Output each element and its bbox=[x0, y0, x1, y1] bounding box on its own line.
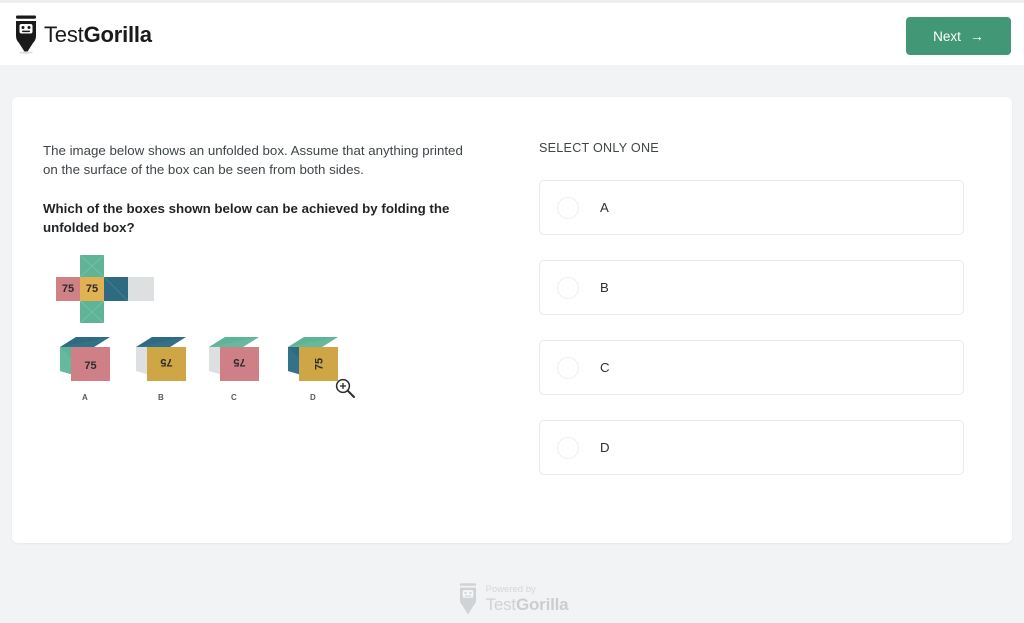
page-footer: Powered by TestGorilla bbox=[0, 575, 1024, 623]
net-cell-front-face: 75 bbox=[80, 277, 104, 301]
net-cell-bottom-face bbox=[80, 301, 104, 323]
cube-label-c: C bbox=[230, 393, 238, 402]
answer-option-b-label: B bbox=[600, 280, 609, 295]
net-front-face-value: 75 bbox=[85, 283, 99, 295]
net-fold-diagonal-icon bbox=[80, 255, 104, 277]
cube-option-b: 75 B bbox=[132, 335, 190, 402]
net-fold-diagonal-icon bbox=[104, 277, 128, 301]
answers-panel: SELECT ONLY ONE A B C D bbox=[539, 141, 976, 500]
radio-icon[interactable] bbox=[557, 196, 579, 219]
answer-option-d-label: D bbox=[600, 440, 610, 455]
arrow-right-icon: → bbox=[969, 28, 984, 44]
net-left-face-value: 75 bbox=[61, 283, 75, 295]
cube-c-graphic: 75 bbox=[209, 337, 259, 381]
cube-option-c: 75 C bbox=[205, 335, 263, 402]
unfolded-box-figure: 75 75 bbox=[56, 255, 168, 323]
answer-option-a[interactable]: A bbox=[539, 180, 964, 235]
svg-text:75: 75 bbox=[233, 356, 245, 368]
answer-option-c[interactable]: C bbox=[539, 340, 964, 395]
radio-icon[interactable] bbox=[557, 276, 579, 299]
powered-by-badge: Powered by TestGorilla bbox=[456, 582, 569, 616]
footer-text-block: Powered by TestGorilla bbox=[486, 585, 569, 614]
answer-option-b[interactable]: B bbox=[539, 260, 964, 315]
brand-name-light: Test bbox=[44, 22, 84, 47]
svg-text:75: 75 bbox=[84, 360, 96, 372]
net-cell-left-face: 75 bbox=[56, 277, 80, 301]
net-cell-top-face bbox=[80, 255, 104, 277]
brand-name-bold: Gorilla bbox=[83, 22, 152, 47]
powered-by-label: Powered by bbox=[485, 583, 536, 595]
question-panel: The image below shows an unfolded box. A… bbox=[43, 141, 493, 237]
next-button-label: Next bbox=[933, 28, 961, 44]
cube-b-graphic: 75 bbox=[136, 337, 186, 381]
footer-brand-light: Test bbox=[485, 595, 517, 615]
radio-icon[interactable] bbox=[557, 436, 579, 459]
svg-text:75: 75 bbox=[160, 356, 172, 368]
net-fold-diagonal-icon bbox=[80, 301, 104, 323]
cube-a-graphic: 75 bbox=[60, 337, 110, 381]
zoom-in-icon[interactable] bbox=[334, 377, 356, 399]
net-cell-back-face bbox=[128, 277, 154, 301]
cube-label-a: A bbox=[81, 393, 89, 402]
answer-option-c-label: C bbox=[600, 360, 610, 375]
gorilla-logo-icon bbox=[16, 15, 36, 54]
brand-logo: TestGorilla bbox=[13, 14, 152, 56]
question-intro: The image below shows an unfolded box. A… bbox=[43, 143, 463, 178]
app-header: TestGorilla Next → bbox=[0, 3, 1024, 65]
footer-brand-bold: Gorilla bbox=[515, 595, 569, 615]
answer-option-d[interactable]: D bbox=[539, 420, 964, 475]
answer-option-a-label: A bbox=[600, 200, 609, 215]
radio-icon[interactable] bbox=[557, 356, 579, 379]
select-instruction: SELECT ONLY ONE bbox=[539, 141, 659, 155]
question-prompt: Which of the boxes shown below can be ac… bbox=[43, 200, 450, 235]
net-cell-right-face bbox=[104, 277, 128, 301]
cube-option-a: 75 A bbox=[56, 335, 114, 402]
brand-name: TestGorilla bbox=[44, 22, 152, 48]
cube-options-figure: 75 A 75 B 75 C 75 D bbox=[56, 335, 386, 407]
gorilla-logo-icon bbox=[459, 583, 476, 615]
svg-text:75: 75 bbox=[314, 358, 326, 370]
question-card: The image below shows an unfolded box. A… bbox=[12, 97, 1012, 543]
next-button[interactable]: Next → bbox=[906, 17, 1011, 55]
cube-label-b: B bbox=[157, 393, 165, 402]
footer-brand-name: TestGorilla bbox=[486, 596, 569, 613]
